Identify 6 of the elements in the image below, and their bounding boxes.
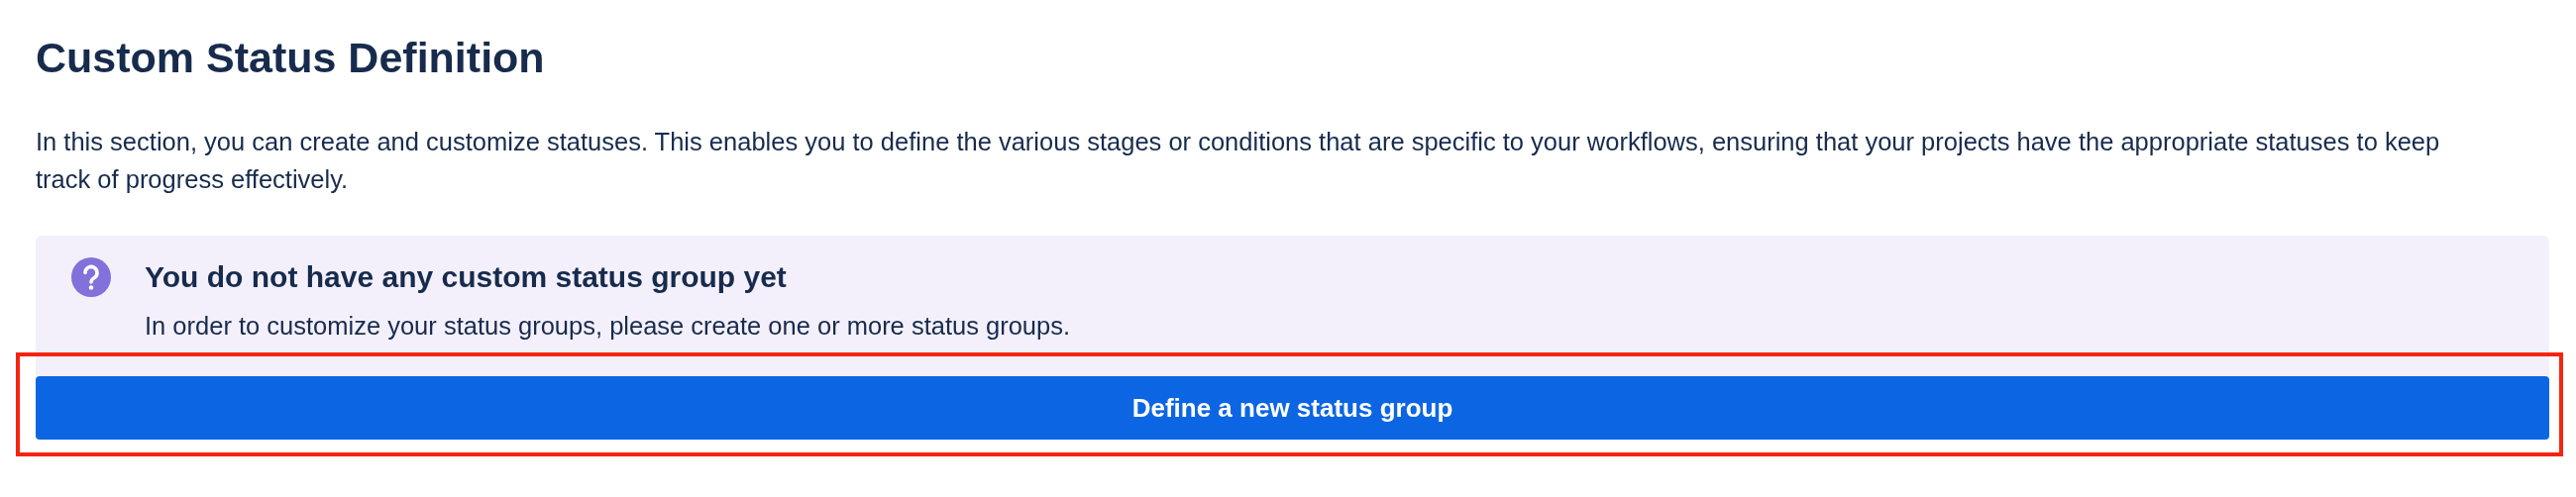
description-text: In this section, you can create and customize statuses. This enables you to define the various stages or conditions that are specific to your workflows, ensuring that your projects have the appropriate statuses to keep track of progress effectively. [36, 127, 2441, 195]
define-status-group-button[interactable]: Define a new status group [36, 376, 2549, 440]
notice-heading: You do not have any custom status group yet [145, 259, 787, 295]
question-icon [71, 257, 111, 297]
notice-text: In order to customize your status groups, please create one or more status groups. [145, 311, 1071, 342]
page-title: Custom Status Definition [36, 33, 545, 83]
